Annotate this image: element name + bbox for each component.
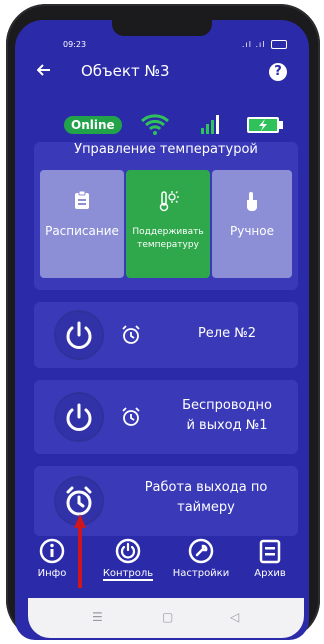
nav-archive[interactable]: Архив	[248, 538, 292, 579]
alarm-clock-icon[interactable]	[120, 324, 142, 350]
wireless-output-power-button[interactable]	[56, 394, 102, 440]
timer-output-line2: таймеру	[177, 500, 235, 515]
online-badge: Online	[64, 116, 122, 134]
info-icon	[39, 538, 65, 564]
system-navigation-bar: ☰ ▢ ◁	[28, 598, 304, 638]
alarm-clock-icon[interactable]	[120, 406, 142, 432]
battery-mini-icon	[271, 40, 287, 49]
home-button[interactable]: ▢	[162, 610, 173, 624]
back-arrow-icon[interactable]	[36, 62, 51, 81]
nav-archive-label: Архив	[254, 568, 286, 579]
battery-charging-icon	[246, 116, 284, 138]
power-icon	[66, 321, 92, 349]
nav-info[interactable]: Инфо	[34, 538, 70, 579]
wrench-icon	[188, 538, 214, 564]
wireless-output-line1: Беспроводно	[182, 398, 272, 413]
relay-2-label: Реле №2	[197, 326, 257, 341]
mode-keep-temperature-button[interactable]: Поддерживать температуру	[126, 170, 210, 278]
page-title: Объект №3	[81, 62, 170, 80]
mode-keep-line2: температуру	[137, 240, 199, 250]
bottom-navigation: Инфо Контроль Настройки Архив	[34, 538, 298, 596]
mode-schedule-label: Расписание	[45, 224, 119, 238]
signal-status-icons: .ıl .ıl	[242, 40, 287, 49]
mode-manual-button[interactable]: Ручное	[212, 170, 292, 278]
thermometer-sun-icon	[126, 190, 210, 212]
signal-bars-text: .ıl .ıl	[241, 40, 266, 49]
mode-schedule-button[interactable]: Расписание	[40, 170, 124, 278]
camera-notch	[112, 20, 212, 36]
nav-settings-label: Настройки	[172, 568, 230, 579]
temperature-card-title: Управление температурой	[74, 142, 258, 157]
nav-info-label: Инфо	[37, 568, 67, 579]
help-button[interactable]: ?	[269, 63, 287, 81]
wireless-output-line2: й выход №1	[186, 418, 268, 433]
nav-settings[interactable]: Настройки	[166, 538, 236, 579]
relay-2-power-button[interactable]	[56, 312, 102, 358]
relay-2-card: Реле №2	[34, 302, 298, 368]
power-icon	[66, 403, 92, 431]
cell-signal-icon	[200, 114, 220, 138]
app-bar: Объект №3 ?	[15, 52, 309, 92]
timer-output-label: Работа выхода по таймеру	[118, 478, 294, 518]
clipboard-icon	[40, 190, 124, 212]
wireless-output-label: Беспроводно й выход №1	[162, 396, 292, 436]
recents-button[interactable]: ☰	[92, 610, 103, 624]
wireless-output-1-card: Беспроводно й выход №1	[34, 380, 298, 454]
wifi-icon	[140, 113, 170, 139]
mode-keep-temperature-label: Поддерживать температуру	[126, 226, 210, 252]
back-nav-button[interactable]: ◁	[230, 610, 239, 624]
document-icon	[257, 538, 283, 564]
mode-keep-line1: Поддерживать	[132, 227, 204, 237]
status-time: 09:23	[63, 40, 87, 49]
timer-output-line1: Работа выхода по	[144, 480, 268, 495]
nav-control-label: Контроль	[102, 568, 154, 581]
connection-status-row: Online	[0, 112, 324, 136]
temperature-control-card: Управление температурой Расписание Подде…	[34, 142, 298, 290]
mode-manual-label: Ручное	[230, 224, 274, 238]
toggle-icon	[115, 538, 141, 564]
hand-pointer-icon	[212, 190, 292, 212]
nav-control[interactable]: Контроль	[96, 538, 160, 581]
